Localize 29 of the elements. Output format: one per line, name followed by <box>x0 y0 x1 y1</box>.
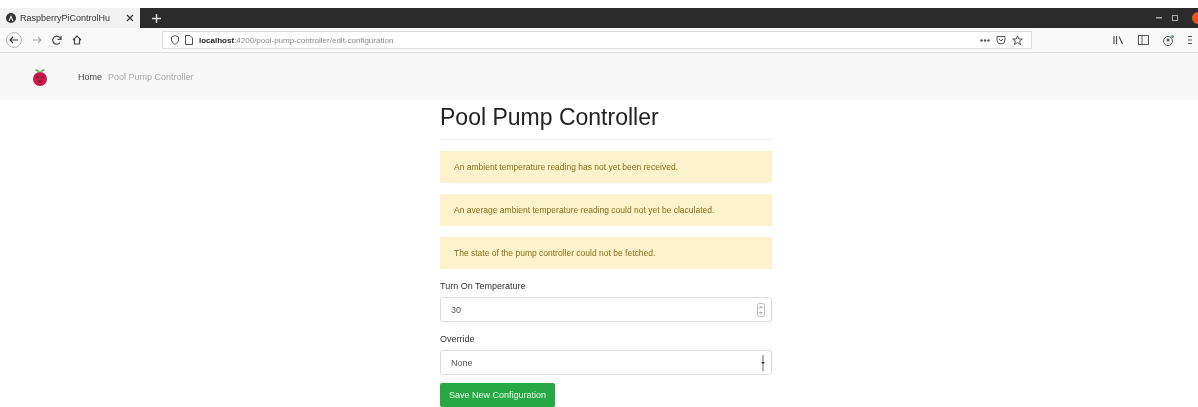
library-icon[interactable] <box>1113 35 1124 45</box>
number-field[interactable]: 30 <box>440 297 772 322</box>
star-icon[interactable] <box>1012 34 1023 46</box>
select-field[interactable]: None <box>440 350 772 375</box>
pocket-icon[interactable] <box>996 35 1006 45</box>
menu-icon[interactable] <box>1188 35 1192 45</box>
page-icon <box>185 35 193 45</box>
reload-icon[interactable] <box>52 35 62 45</box>
field-label: Turn On Temperature <box>440 281 527 291</box>
close-icon[interactable] <box>126 14 134 22</box>
maximize-icon[interactable] <box>1172 15 1178 21</box>
home-icon[interactable] <box>72 35 82 45</box>
more-icon[interactable] <box>980 38 990 42</box>
new-tab-icon[interactable] <box>152 13 161 23</box>
warning-alert: The state of the pump controller could not be fetched. <box>440 237 772 269</box>
sidebar-icon[interactable] <box>1138 35 1149 45</box>
address-bar[interactable]: localhost:4200/pool-pump-controller/edit-configuration <box>162 31 1032 49</box>
caret-icon <box>761 354 765 371</box>
browser-tab[interactable]: RaspberryPiControlHu <box>0 8 140 28</box>
page-title: Pool Pump Controller <box>440 104 772 140</box>
warning-alert: An ambient temperature reading has not yet been received. <box>440 151 772 183</box>
field-label: Override <box>440 334 476 344</box>
warning-alert: An average ambient temperature reading could not yet be claculated. <box>440 194 772 226</box>
shield-icon <box>171 35 179 45</box>
back-icon[interactable] <box>6 32 22 48</box>
account-icon[interactable] <box>1163 34 1174 46</box>
raspberry-logo-icon[interactable] <box>32 66 48 87</box>
app-icon <box>6 13 16 23</box>
nav-link[interactable]: Home <box>78 71 102 82</box>
